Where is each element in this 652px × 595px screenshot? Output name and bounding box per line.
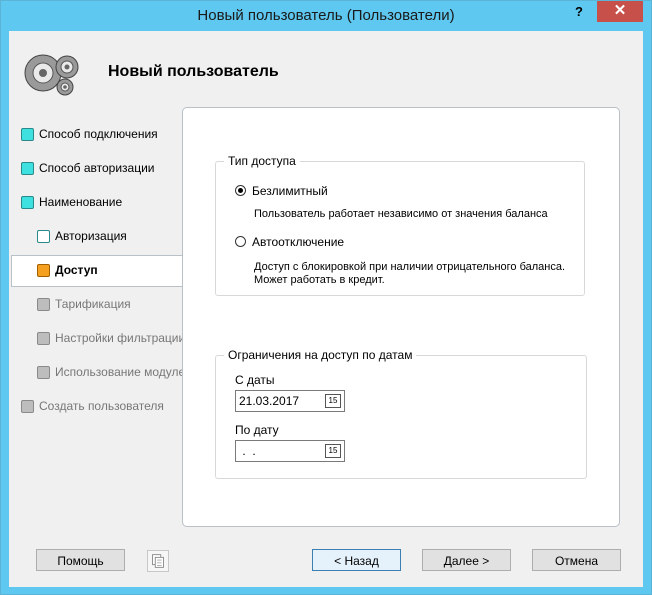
help-title-button[interactable]: ? (563, 1, 595, 22)
radio-auto-off-label: Автоотключение (252, 235, 345, 249)
page-title: Новый пользователь (108, 63, 279, 80)
step-label: Авторизация (55, 229, 127, 243)
from-date-input[interactable]: 21.03.2017 15 (235, 390, 345, 412)
step-label: Способ подключения (39, 127, 158, 141)
auto-off-description-line2: Может работать в кредит. (254, 274, 385, 286)
from-date-label: С даты (235, 373, 275, 387)
step-status-indicator (37, 332, 50, 345)
title-bar: Новый пользователь (Пользователи) ? ✕ (1, 1, 651, 31)
step-status-indicator (21, 196, 34, 209)
access-type-legend: Тип доступа (228, 154, 296, 168)
window-title: Новый пользователь (Пользователи) (197, 7, 455, 24)
step-label: Создать пользователя (39, 399, 164, 413)
gears-icon (24, 54, 79, 96)
step-label: Способ авторизации (39, 161, 155, 175)
help-button[interactable]: Помощь (36, 549, 125, 571)
step-content-panel: Тип доступа Безлимитный Пользователь раб… (182, 107, 620, 527)
radio-dot[interactable] (235, 185, 246, 196)
wizard-window: Новый пользователь (Пользователи) ? ✕ Но… (0, 0, 652, 595)
back-button[interactable]: < Назад (312, 549, 401, 571)
from-date-value: 21.03.2017 (239, 394, 300, 408)
step-label: Использование модулей (55, 365, 192, 379)
close-button[interactable]: ✕ (597, 1, 643, 22)
radio-unlimited-label: Безлимитный (252, 184, 328, 198)
step-status-indicator (21, 162, 34, 175)
wizard-client: Новый пользователь Способ подключения Сп… (9, 31, 643, 587)
to-date-value: . . (239, 444, 256, 458)
step-status-indicator (21, 128, 34, 141)
auto-off-description-line1: Доступ с блокировкой при наличии отрицат… (254, 261, 566, 273)
to-date-label: По дату (235, 423, 279, 437)
copy-icon[interactable] (147, 550, 169, 572)
step-label: Доступ (55, 263, 98, 277)
to-date-input[interactable]: . . 15 (235, 440, 345, 462)
step-label: Настройки фильтрации (55, 331, 186, 345)
date-limits-legend: Ограничения на доступ по датам (228, 348, 413, 362)
next-button[interactable]: Далее > (422, 549, 511, 571)
calendar-icon[interactable]: 15 (325, 394, 341, 408)
radio-dot[interactable] (235, 236, 246, 247)
step-status-indicator (37, 298, 50, 311)
step-label: Наименование (39, 195, 123, 209)
step-status-indicator (21, 400, 34, 413)
step-status-indicator (37, 264, 50, 277)
calendar-icon[interactable]: 15 (325, 444, 341, 458)
step-label: Тарификация (55, 297, 131, 311)
unlimited-description: Пользователь работает независимо от знач… (254, 208, 548, 220)
step-status-indicator (37, 230, 50, 243)
cancel-button[interactable]: Отмена (532, 549, 621, 571)
step-status-indicator (37, 366, 50, 379)
